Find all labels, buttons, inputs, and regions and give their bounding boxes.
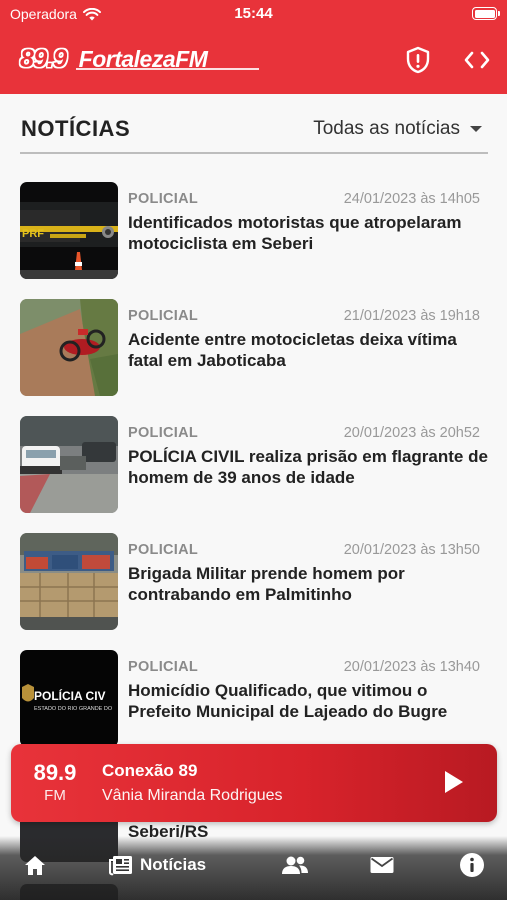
tab-news-label: Notícias [140, 855, 207, 874]
prf-label: PRF [22, 228, 44, 240]
news-date: 20/01/2023 às 20h52 [343, 425, 480, 441]
news-date: 24/01/2023 às 14h05 [343, 191, 480, 207]
news-item[interactable]: PRF POLICIAL 24/01/2023 às 14h05 Identif… [20, 182, 488, 280]
tab-team[interactable] [280, 850, 310, 880]
player-frequency: 89.9 [33, 760, 77, 785]
player-host-name: Vânia Miranda Rodrigues [102, 787, 283, 804]
news-headline: Identificados motoristas que atropelaram… [128, 213, 462, 253]
news-thumbnail [20, 533, 118, 630]
player-show-title: Conexão 89 [102, 761, 198, 780]
news-item[interactable]: POLICIAL 20/01/2023 às 13h50 Brigada Mil… [20, 533, 488, 631]
news-headline: Brigada Militar prende homem por contrab… [128, 564, 405, 604]
tab-info[interactable] [459, 850, 485, 880]
news-category: POLICIAL [128, 542, 199, 558]
tab-contact[interactable] [369, 850, 395, 880]
newspaper-icon [109, 856, 132, 876]
home-icon [25, 856, 45, 875]
policia-civil-sublabel: ESTADO DO RIO GRANDE DO [34, 706, 113, 712]
news-date: 20/01/2023 às 13h50 [343, 542, 480, 558]
info-icon [460, 853, 484, 877]
filter-label: Todas as notícias [313, 118, 460, 139]
bottom-tab-bar: Notícias [0, 836, 507, 900]
code-brackets-icon[interactable] [463, 46, 491, 74]
news-headline: Homicídio Qualificado, que vitimou o Pre… [128, 681, 448, 721]
news-category: POLICIAL [128, 425, 199, 441]
news-meta: POLICIAL 20/01/2023 às 13h40 [128, 659, 480, 677]
news-meta: POLICIAL 20/01/2023 às 13h50 [128, 542, 480, 560]
news-thumbnail [20, 416, 118, 513]
tab-home[interactable] [22, 850, 48, 880]
news-meta: POLICIAL 24/01/2023 às 14h05 [128, 191, 480, 209]
radio-player[interactable]: 89.9 FM Conexão 89 Vânia Miranda Rodrigu… [11, 744, 497, 822]
section-title: NOTÍCIAS [21, 116, 131, 141]
news-section-header: NOTÍCIAS Todas as notícias [20, 110, 488, 154]
tab-news[interactable]: Notícias [108, 850, 206, 880]
caret-down-icon [470, 126, 482, 132]
news-category: POLICIAL [128, 191, 199, 207]
news-thumbnail: PRF [20, 182, 118, 279]
news-headline: Acidente entre motocicletas deixa vítima… [128, 330, 457, 370]
users-icon [282, 856, 308, 874]
logo-underline [76, 68, 259, 70]
app-header: Operadora 15:44 89.9 FortalezaFM [0, 0, 507, 94]
shield-alert-icon[interactable] [404, 46, 432, 74]
play-icon[interactable] [439, 768, 467, 796]
mail-icon [370, 857, 394, 873]
status-bar: Operadora 15:44 [0, 0, 507, 28]
news-thumbnail [20, 299, 118, 396]
news-item[interactable]: POLICIAL 20/01/2023 às 20h52 POLÍCIA CIV… [20, 416, 488, 514]
player-band: FM [44, 787, 66, 804]
news-category: POLICIAL [128, 659, 199, 675]
status-time: 15:44 [234, 5, 273, 22]
policia-civil-label: POLÍCIA CIV [34, 688, 106, 703]
news-meta: POLICIAL 20/01/2023 às 20h52 [128, 425, 480, 443]
news-date: 21/01/2023 às 19h18 [343, 308, 480, 324]
news-filter-dropdown[interactable]: Todas as notícias [313, 118, 482, 140]
battery-icon [472, 7, 500, 20]
logo-frequency: 89.9 [20, 44, 67, 73]
news-date: 20/01/2023 às 13h40 [343, 659, 480, 675]
news-headline: POLÍCIA CIVIL realiza prisão em flagrant… [128, 447, 488, 487]
news-meta: POLICIAL 21/01/2023 às 19h18 [128, 308, 480, 326]
news-item[interactable]: POLICIAL 21/01/2023 às 19h18 Acidente en… [20, 299, 488, 397]
news-item[interactable]: POLÍCIA CIV ESTADO DO RIO GRANDE DO POLI… [20, 650, 488, 748]
news-thumbnail: POLÍCIA CIV ESTADO DO RIO GRANDE DO [20, 650, 118, 747]
news-category: POLICIAL [128, 308, 199, 324]
